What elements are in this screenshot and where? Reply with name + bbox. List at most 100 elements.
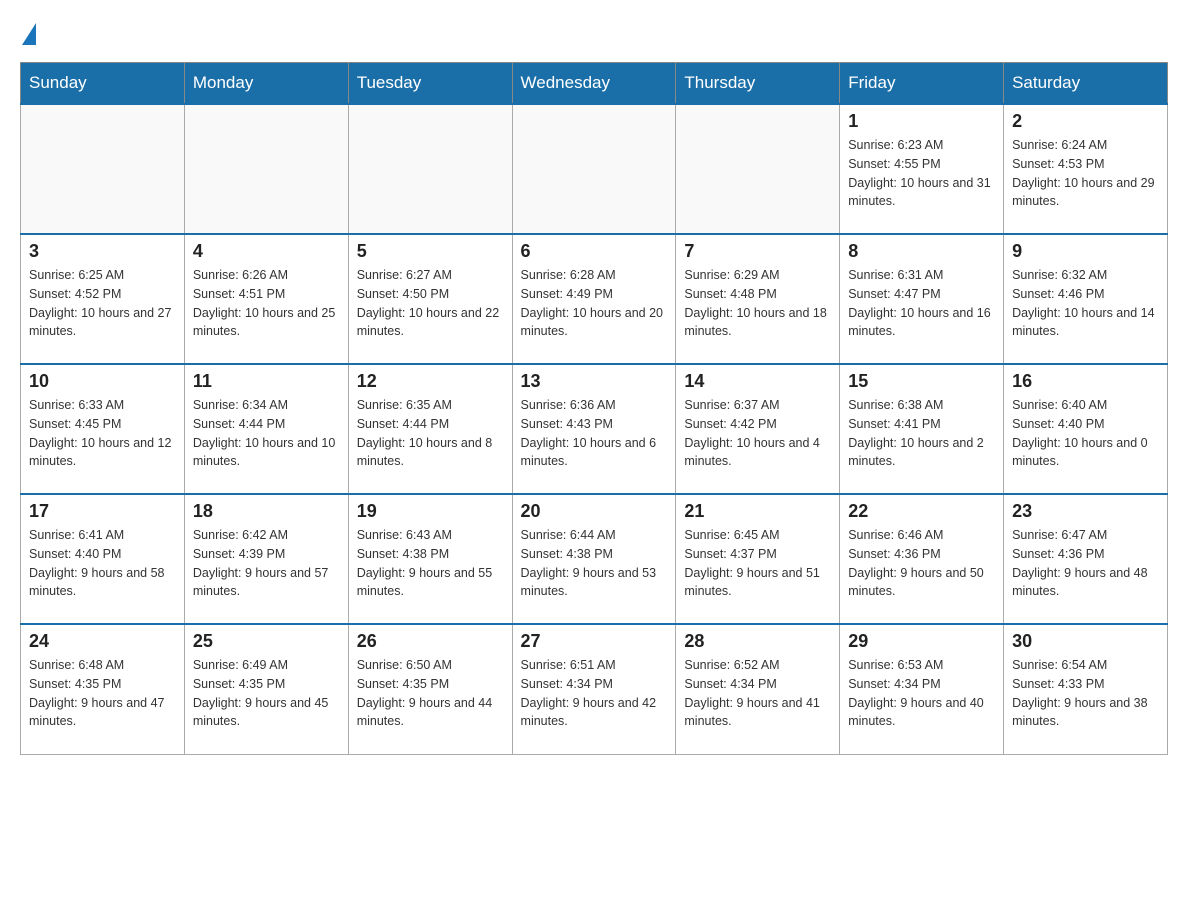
calendar-cell: 10Sunrise: 6:33 AM Sunset: 4:45 PM Dayli…: [21, 364, 185, 494]
day-number: 4: [193, 241, 340, 262]
day-number: 23: [1012, 501, 1159, 522]
day-info: Sunrise: 6:24 AM Sunset: 4:53 PM Dayligh…: [1012, 136, 1159, 211]
day-number: 8: [848, 241, 995, 262]
day-info: Sunrise: 6:46 AM Sunset: 4:36 PM Dayligh…: [848, 526, 995, 601]
week-row-3: 10Sunrise: 6:33 AM Sunset: 4:45 PM Dayli…: [21, 364, 1168, 494]
calendar-cell: 4 Sunrise: 6:26 AM Sunset: 4:51 PM Daylig…: [184, 234, 348, 364]
day-info: Sunrise: 6:38 AM Sunset: 4:41 PM Dayligh…: [848, 396, 995, 471]
calendar-cell: 8 Sunrise: 6:31 AM Sunset: 4:47 PM Daylig…: [840, 234, 1004, 364]
calendar-cell: 22 Sunrise: 6:46 AM Sunset: 4:36 PM Dayli…: [840, 494, 1004, 624]
day-info: Sunrise: 6:50 AM Sunset: 4:35 PM Dayligh…: [357, 656, 504, 731]
calendar-cell: 14Sunrise: 6:37 AM Sunset: 4:42 PM Dayli…: [676, 364, 840, 494]
calendar-cell: 6Sunrise: 6:28 AM Sunset: 4:49 PM Daylig…: [512, 234, 676, 364]
day-info: Sunrise: 6:35 AM Sunset: 4:44 PM Dayligh…: [357, 396, 504, 471]
day-info: Sunrise: 6:48 AM Sunset: 4:35 PM Dayligh…: [29, 656, 176, 731]
weekday-header-wednesday: Wednesday: [512, 63, 676, 105]
day-info: Sunrise: 6:32 AM Sunset: 4:46 PM Dayligh…: [1012, 266, 1159, 341]
day-info: Sunrise: 6:34 AM Sunset: 4:44 PM Dayligh…: [193, 396, 340, 471]
logo-triangle-icon: [22, 23, 36, 45]
day-info: Sunrise: 6:44 AM Sunset: 4:38 PM Dayligh…: [521, 526, 668, 601]
day-info: Sunrise: 6:27 AM Sunset: 4:50 PM Dayligh…: [357, 266, 504, 341]
calendar-cell: 9 Sunrise: 6:32 AM Sunset: 4:46 PM Daylig…: [1004, 234, 1168, 364]
day-info: Sunrise: 6:33 AM Sunset: 4:45 PM Dayligh…: [29, 396, 176, 471]
calendar-cell: 16 Sunrise: 6:40 AM Sunset: 4:40 PM Dayli…: [1004, 364, 1168, 494]
weekday-header-sunday: Sunday: [21, 63, 185, 105]
day-number: 11: [193, 371, 340, 392]
week-row-2: 3 Sunrise: 6:25 AM Sunset: 4:52 PM Daylig…: [21, 234, 1168, 364]
day-number: 12: [357, 371, 504, 392]
week-row-5: 24 Sunrise: 6:48 AM Sunset: 4:35 PM Dayli…: [21, 624, 1168, 754]
calendar-cell: 24 Sunrise: 6:48 AM Sunset: 4:35 PM Dayli…: [21, 624, 185, 754]
calendar-cell: 1 Sunrise: 6:23 AM Sunset: 4:55 PM Daylig…: [840, 104, 1004, 234]
day-number: 30: [1012, 631, 1159, 652]
calendar-cell: 17Sunrise: 6:41 AM Sunset: 4:40 PM Dayli…: [21, 494, 185, 624]
day-number: 3: [29, 241, 176, 262]
calendar-cell: 21Sunrise: 6:45 AM Sunset: 4:37 PM Dayli…: [676, 494, 840, 624]
day-info: Sunrise: 6:23 AM Sunset: 4:55 PM Dayligh…: [848, 136, 995, 211]
day-number: 25: [193, 631, 340, 652]
calendar-cell: [184, 104, 348, 234]
day-info: Sunrise: 6:49 AM Sunset: 4:35 PM Dayligh…: [193, 656, 340, 731]
calendar-cell: [21, 104, 185, 234]
calendar-cell: 23 Sunrise: 6:47 AM Sunset: 4:36 PM Dayli…: [1004, 494, 1168, 624]
day-number: 28: [684, 631, 831, 652]
weekday-header-saturday: Saturday: [1004, 63, 1168, 105]
calendar-cell: 3 Sunrise: 6:25 AM Sunset: 4:52 PM Daylig…: [21, 234, 185, 364]
day-info: Sunrise: 6:47 AM Sunset: 4:36 PM Dayligh…: [1012, 526, 1159, 601]
day-number: 27: [521, 631, 668, 652]
day-info: Sunrise: 6:42 AM Sunset: 4:39 PM Dayligh…: [193, 526, 340, 601]
calendar-cell: [512, 104, 676, 234]
day-number: 29: [848, 631, 995, 652]
day-number: 7: [684, 241, 831, 262]
calendar-cell: 7 Sunrise: 6:29 AM Sunset: 4:48 PM Daylig…: [676, 234, 840, 364]
day-info: Sunrise: 6:29 AM Sunset: 4:48 PM Dayligh…: [684, 266, 831, 341]
weekday-header-tuesday: Tuesday: [348, 63, 512, 105]
day-info: Sunrise: 6:40 AM Sunset: 4:40 PM Dayligh…: [1012, 396, 1159, 471]
day-number: 26: [357, 631, 504, 652]
day-number: 16: [1012, 371, 1159, 392]
day-info: Sunrise: 6:52 AM Sunset: 4:34 PM Dayligh…: [684, 656, 831, 731]
calendar-cell: [676, 104, 840, 234]
day-info: Sunrise: 6:53 AM Sunset: 4:34 PM Dayligh…: [848, 656, 995, 731]
week-row-4: 17Sunrise: 6:41 AM Sunset: 4:40 PM Dayli…: [21, 494, 1168, 624]
day-info: Sunrise: 6:25 AM Sunset: 4:52 PM Dayligh…: [29, 266, 176, 341]
calendar-cell: 18 Sunrise: 6:42 AM Sunset: 4:39 PM Dayli…: [184, 494, 348, 624]
calendar-cell: 19 Sunrise: 6:43 AM Sunset: 4:38 PM Dayli…: [348, 494, 512, 624]
day-info: Sunrise: 6:31 AM Sunset: 4:47 PM Dayligh…: [848, 266, 995, 341]
day-number: 15: [848, 371, 995, 392]
day-info: Sunrise: 6:43 AM Sunset: 4:38 PM Dayligh…: [357, 526, 504, 601]
weekday-header-thursday: Thursday: [676, 63, 840, 105]
calendar-cell: 28 Sunrise: 6:52 AM Sunset: 4:34 PM Dayli…: [676, 624, 840, 754]
weekday-header-friday: Friday: [840, 63, 1004, 105]
calendar-cell: 20Sunrise: 6:44 AM Sunset: 4:38 PM Dayli…: [512, 494, 676, 624]
day-number: 18: [193, 501, 340, 522]
day-number: 21: [684, 501, 831, 522]
day-info: Sunrise: 6:51 AM Sunset: 4:34 PM Dayligh…: [521, 656, 668, 731]
calendar-cell: 30Sunrise: 6:54 AM Sunset: 4:33 PM Dayli…: [1004, 624, 1168, 754]
day-number: 22: [848, 501, 995, 522]
calendar-table: SundayMondayTuesdayWednesdayThursdayFrid…: [20, 62, 1168, 755]
day-info: Sunrise: 6:26 AM Sunset: 4:51 PM Dayligh…: [193, 266, 340, 341]
day-number: 1: [848, 111, 995, 132]
weekday-header-row: SundayMondayTuesdayWednesdayThursdayFrid…: [21, 63, 1168, 105]
calendar-cell: 5 Sunrise: 6:27 AM Sunset: 4:50 PM Daylig…: [348, 234, 512, 364]
day-number: 13: [521, 371, 668, 392]
calendar-cell: 13Sunrise: 6:36 AM Sunset: 4:43 PM Dayli…: [512, 364, 676, 494]
page-header: [20, 20, 1168, 42]
calendar-cell: 26 Sunrise: 6:50 AM Sunset: 4:35 PM Dayli…: [348, 624, 512, 754]
day-number: 2: [1012, 111, 1159, 132]
calendar-cell: 11 Sunrise: 6:34 AM Sunset: 4:44 PM Dayli…: [184, 364, 348, 494]
calendar-cell: 27 Sunrise: 6:51 AM Sunset: 4:34 PM Dayli…: [512, 624, 676, 754]
calendar-cell: 25 Sunrise: 6:49 AM Sunset: 4:35 PM Dayli…: [184, 624, 348, 754]
day-number: 19: [357, 501, 504, 522]
calendar-cell: [348, 104, 512, 234]
day-number: 5: [357, 241, 504, 262]
day-number: 9: [1012, 241, 1159, 262]
calendar-cell: 15 Sunrise: 6:38 AM Sunset: 4:41 PM Dayli…: [840, 364, 1004, 494]
calendar-cell: 29 Sunrise: 6:53 AM Sunset: 4:34 PM Dayli…: [840, 624, 1004, 754]
day-info: Sunrise: 6:41 AM Sunset: 4:40 PM Dayligh…: [29, 526, 176, 601]
calendar-cell: 12 Sunrise: 6:35 AM Sunset: 4:44 PM Dayli…: [348, 364, 512, 494]
day-info: Sunrise: 6:28 AM Sunset: 4:49 PM Dayligh…: [521, 266, 668, 341]
day-number: 24: [29, 631, 176, 652]
day-number: 14: [684, 371, 831, 392]
